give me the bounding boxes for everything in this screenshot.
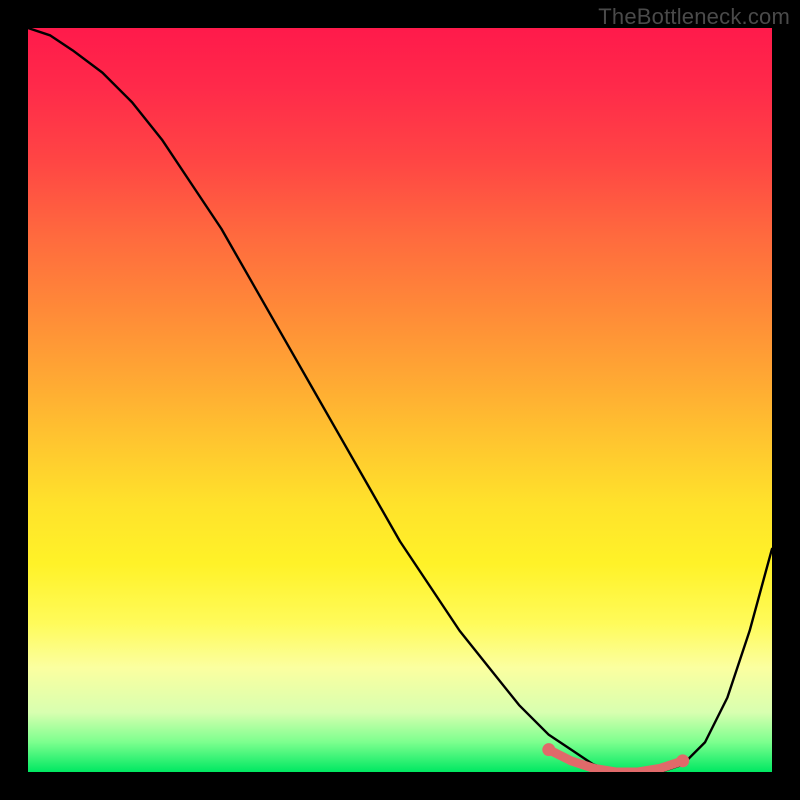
highlight-dot xyxy=(542,743,555,756)
highlight-dot xyxy=(676,754,689,767)
chart-canvas: TheBottleneck.com xyxy=(0,0,800,800)
curve-line xyxy=(28,28,772,772)
plot-area xyxy=(28,28,772,772)
chart-svg xyxy=(28,28,772,772)
highlight-dot xyxy=(567,756,576,765)
watermark-label: TheBottleneck.com xyxy=(598,4,790,30)
